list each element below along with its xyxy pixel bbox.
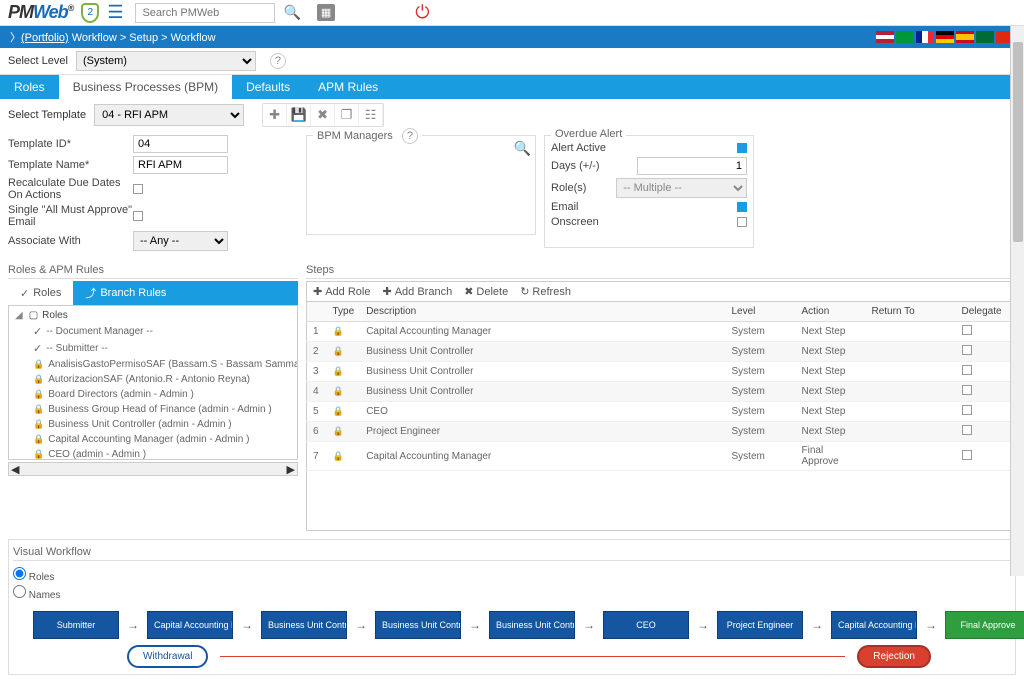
alert-active-checkbox[interactable] [737, 143, 747, 153]
help-icon[interactable]: ? [402, 128, 418, 144]
role-item[interactable]: 🔒 Business Group Head of Finance (admin … [11, 402, 295, 417]
roles-panel: Roles & APM Rules ✓Roles ⤴Branch Rules ◢… [8, 262, 298, 531]
template-toolbar: Select Template 04 - RFI APM ✚ 💾 ✖ ❐ ☷ [0, 99, 1024, 131]
workflow-step: Business Unit Contro... [375, 611, 461, 639]
workflow-step: Capital Accounting M... [147, 611, 233, 639]
role-item[interactable]: ✓ -- Document Manager -- [11, 323, 295, 340]
logo: PMWeb® [8, 2, 73, 23]
search-input[interactable] [135, 3, 275, 23]
add-branch-button[interactable]: ✚ Add Branch [382, 285, 452, 298]
visual-workflow-panel: Visual Workflow Roles Names Submitter→Ca… [8, 539, 1016, 675]
recalc-checkbox[interactable] [133, 184, 143, 194]
subtab-branch[interactable]: ⤴Branch Rules [73, 281, 178, 305]
delete-button[interactable]: ✖ Delete [464, 285, 508, 298]
language-flags[interactable] [876, 31, 1014, 43]
workflow-step: Submitter [33, 611, 119, 639]
single-approve-checkbox[interactable] [133, 211, 143, 221]
role-item[interactable]: ✓ -- Submitter -- [11, 340, 295, 357]
workflow-step: Capital Accounting M... [831, 611, 917, 639]
workflow-step: Final Approve [945, 611, 1024, 639]
workflow-diagram: Submitter→Capital Accounting M...→Busine… [13, 607, 1011, 643]
workflow-step: CEO [603, 611, 689, 639]
menu-icon[interactable]: ☰ [107, 2, 123, 23]
table-row[interactable]: 5🔒CEOSystemNext Step [307, 402, 1016, 422]
list-icon[interactable]: ☷ [359, 104, 383, 126]
roles-dropdown[interactable]: -- Multiple -- [616, 178, 747, 198]
role-item[interactable]: 🔒 CEO (admin - Admin ) [11, 447, 295, 460]
vertical-scrollbar[interactable] [1010, 26, 1024, 576]
withdrawal-node: Withdrawal [127, 645, 208, 668]
help-icon[interactable]: ? [270, 53, 286, 69]
breadcrumb: 〉(Portfolio) Workflow > Setup > Workflow [0, 26, 1024, 48]
refresh-button[interactable]: ↻ Refresh [520, 285, 571, 298]
table-row[interactable]: 3🔒Business Unit ControllerSystemNext Ste… [307, 362, 1016, 382]
tab-roles[interactable]: Roles [0, 75, 59, 99]
shield-badge[interactable]: 2 [81, 3, 99, 23]
app-header: PMWeb® 2 ☰ 🔍 ▦ ⏻ [0, 0, 1024, 26]
template-name-input[interactable] [133, 156, 228, 174]
template-id-input[interactable] [133, 135, 228, 153]
select-template-label: Select Template [8, 109, 86, 121]
subtab-roles[interactable]: ✓Roles [8, 281, 73, 305]
horizontal-scrollbar[interactable]: ◀▶ [8, 462, 298, 476]
email-checkbox[interactable] [737, 202, 747, 212]
workflow-step: Business Unit Contro... [261, 611, 347, 639]
select-level-bar: Select Level (System) ? [0, 48, 1024, 75]
tab-defaults[interactable]: Defaults [232, 75, 304, 99]
search-icon[interactable]: 🔍 [514, 140, 531, 157]
overdue-alert-panel: Overdue Alert Alert Active Days (+/-) Ro… [544, 135, 754, 248]
table-row[interactable]: 7🔒Capital Accounting ManagerSystemFinal … [307, 442, 1016, 471]
power-icon[interactable]: ⏻ [415, 2, 429, 23]
table-row[interactable]: 6🔒Project EngineerSystemNext Step [307, 422, 1016, 442]
roles-tree[interactable]: ◢▢ Roles ✓ -- Document Manager --✓ -- Su… [8, 305, 298, 460]
steps-panel: Steps ✚ Add Role ✚ Add Branch ✖ Delete ↻… [306, 262, 1016, 531]
steps-table: Type DescriptionLevel ActionReturn To De… [306, 302, 1016, 471]
associate-dropdown[interactable]: -- Any -- [133, 231, 228, 251]
days-input[interactable] [637, 157, 747, 175]
rejection-node: Rejection [857, 645, 931, 668]
calendar-icon[interactable]: ▦ [317, 4, 335, 21]
copy-icon[interactable]: ❐ [335, 104, 359, 126]
tab-apm[interactable]: APM Rules [304, 75, 392, 99]
breadcrumb-portfolio[interactable]: (Portfolio) [21, 32, 69, 44]
delete-icon[interactable]: ✖ [311, 104, 335, 126]
add-role-button[interactable]: ✚ Add Role [313, 285, 370, 298]
radio-roles[interactable]: Roles [13, 567, 1011, 583]
select-level-dropdown[interactable]: (System) [76, 51, 256, 71]
table-row[interactable]: 4🔒Business Unit ControllerSystemNext Ste… [307, 382, 1016, 402]
tab-bpm[interactable]: Business Processes (BPM) [59, 75, 232, 99]
select-level-label: Select Level [8, 55, 68, 67]
role-item[interactable]: 🔒 Business Unit Controller (admin - Admi… [11, 417, 295, 432]
search-icon[interactable]: 🔍 [283, 4, 300, 21]
new-icon[interactable]: ✚ [263, 104, 287, 126]
workflow-step: Business Unit Contro... [489, 611, 575, 639]
table-row[interactable]: 2🔒Business Unit ControllerSystemNext Ste… [307, 342, 1016, 362]
bpm-managers-panel: BPM Managers ? 🔍 [306, 135, 536, 235]
template-dropdown[interactable]: 04 - RFI APM [94, 104, 244, 126]
role-item[interactable]: 🔒 Board Directors (admin - Admin ) [11, 387, 295, 402]
role-item[interactable]: 🔒 AnalisisGastoPermisoSAF (Bassam.S - Ba… [11, 357, 295, 372]
role-item[interactable]: 🔒 AutorizacionSAF (Antonio.R - Antonio R… [11, 372, 295, 387]
radio-names[interactable]: Names [13, 585, 1011, 601]
onscreen-checkbox[interactable] [737, 217, 747, 227]
template-form: Template ID* Template Name* Recalculate … [8, 135, 298, 254]
table-row[interactable]: 1🔒Capital Accounting ManagerSystemNext S… [307, 322, 1016, 342]
main-tabs: Roles Business Processes (BPM) Defaults … [0, 75, 1024, 99]
role-item[interactable]: 🔒 Capital Accounting Manager (admin - Ad… [11, 432, 295, 447]
save-icon[interactable]: 💾 [287, 104, 311, 126]
workflow-step: Project Engineer [717, 611, 803, 639]
